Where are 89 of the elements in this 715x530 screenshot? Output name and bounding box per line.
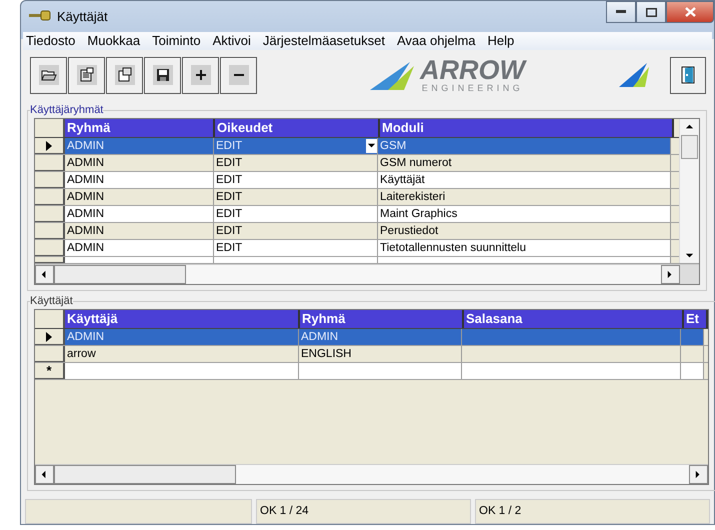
maximize-icon (646, 8, 656, 16)
record-position: OK 1 / 2 (479, 505, 522, 517)
table-cell: Perustiedot (378, 223, 671, 239)
row-selector[interactable] (35, 223, 65, 239)
row-selector[interactable] (35, 155, 65, 171)
scrollbar-thumb[interactable] (54, 465, 236, 484)
table-cell: arrow (65, 346, 299, 362)
toolbar-button[interactable] (68, 56, 105, 94)
toolbar-button[interactable] (144, 56, 181, 94)
column-header[interactable]: Oikeudet (215, 119, 380, 137)
door-icon (681, 66, 695, 84)
table-cell: ADMIN (65, 155, 214, 171)
horizontal-scrollbar[interactable] (35, 264, 699, 284)
column-header[interactable]: Ryhmä (300, 310, 464, 328)
close-button[interactable] (666, 1, 714, 23)
row-selector[interactable] (35, 240, 65, 256)
scroll-up-icon (685, 122, 694, 132)
table-cell: EDIT (214, 189, 378, 205)
current-row-icon (45, 332, 53, 342)
menu-item[interactable]: Järjestelmäasetukset (262, 33, 385, 48)
minimize-button[interactable] (606, 1, 636, 23)
menu-item[interactable]: Avaa ohjelma (396, 33, 476, 48)
column-header[interactable]: Moduli (380, 119, 674, 137)
logo-stripes-icon (619, 63, 649, 87)
window-title: Käyttäjät (57, 8, 108, 24)
dropdown-button[interactable] (366, 139, 377, 153)
current-row-icon (45, 140, 53, 150)
table-cell: GSM (378, 138, 671, 154)
scrollbar-thumb[interactable] (681, 135, 698, 159)
table-cell: ADMIN (65, 206, 214, 222)
table-cell: ADMIN (65, 172, 214, 188)
table-cell: Käyttäjät (378, 172, 671, 188)
table-cell: ENGLISH (299, 346, 462, 362)
row-selector[interactable] (35, 138, 65, 154)
menu-item[interactable]: Muokkaa (87, 33, 140, 48)
minus-icon (234, 74, 244, 76)
column-header[interactable]: Salasana (464, 310, 684, 328)
column-header[interactable]: Et (684, 310, 708, 328)
maximize-button[interactable] (636, 1, 666, 23)
table-cell: EDIT (214, 155, 378, 171)
table-cell: EDIT (214, 223, 378, 239)
menu-item[interactable]: Aktivoi (212, 33, 251, 48)
group-title: Käyttäjät (30, 295, 73, 307)
table-cell: Tietotallennusten suunnittelu (378, 240, 671, 256)
window-copy-icon (116, 67, 132, 83)
column-header[interactable]: Ryhmä (65, 119, 215, 137)
minimize-icon (616, 10, 626, 14)
table-cell: ADMIN (65, 240, 214, 256)
table-cell: GSM numerot (378, 155, 671, 171)
exit-button[interactable] (670, 56, 706, 94)
menu-item[interactable]: Toiminto (152, 33, 201, 48)
save-icon (154, 67, 170, 83)
close-icon (684, 7, 696, 17)
row-selector[interactable] (35, 346, 65, 362)
plus-icon (196, 70, 206, 80)
column-header[interactable]: Käyttäjä (65, 310, 300, 328)
toolbar-button[interactable] (182, 56, 219, 94)
table-cell: ADMIN (299, 329, 462, 345)
row-selector[interactable] (35, 172, 65, 188)
toolbar-button[interactable] (106, 56, 143, 94)
menu-item[interactable]: Tiedosto (26, 33, 76, 48)
scrollbar-thumb[interactable] (54, 265, 186, 284)
document-list-icon (78, 67, 94, 83)
table-cell: ADMIN (65, 223, 214, 239)
table-cell: ADMIN (65, 189, 214, 205)
table-cell: EDIT (214, 206, 378, 222)
logo-name: ARROW (420, 57, 525, 83)
logo-tagline: ENGINEERING (422, 83, 524, 93)
table-cell: Laiterekisteri (378, 189, 671, 205)
toolbar-button[interactable] (220, 56, 257, 94)
table-cell: EDIT (214, 172, 378, 188)
record-position: OK 1 / 24 (260, 505, 309, 517)
row-selector[interactable] (35, 189, 65, 205)
group-title: Käyttäjäryhmät (30, 104, 104, 116)
new-row[interactable]: * (35, 363, 708, 380)
table-cell: ADMIN (65, 138, 214, 154)
table-cell: EDIT (214, 240, 378, 256)
table-cell: EDIT (214, 138, 378, 154)
table-cell: Maint Graphics (378, 206, 671, 222)
toolbar-button[interactable] (30, 56, 67, 94)
row-selector[interactable] (35, 206, 65, 222)
table-cell: ADMIN (65, 329, 299, 345)
menu-item[interactable]: Help (488, 33, 514, 48)
scrollbar-corner (680, 265, 699, 284)
keys-icon (29, 10, 51, 22)
vertical-scrollbar[interactable] (679, 119, 699, 263)
horizontal-scrollbar[interactable] (35, 464, 708, 484)
row-selector[interactable] (35, 329, 65, 345)
new-row-marker: * (46, 363, 52, 378)
